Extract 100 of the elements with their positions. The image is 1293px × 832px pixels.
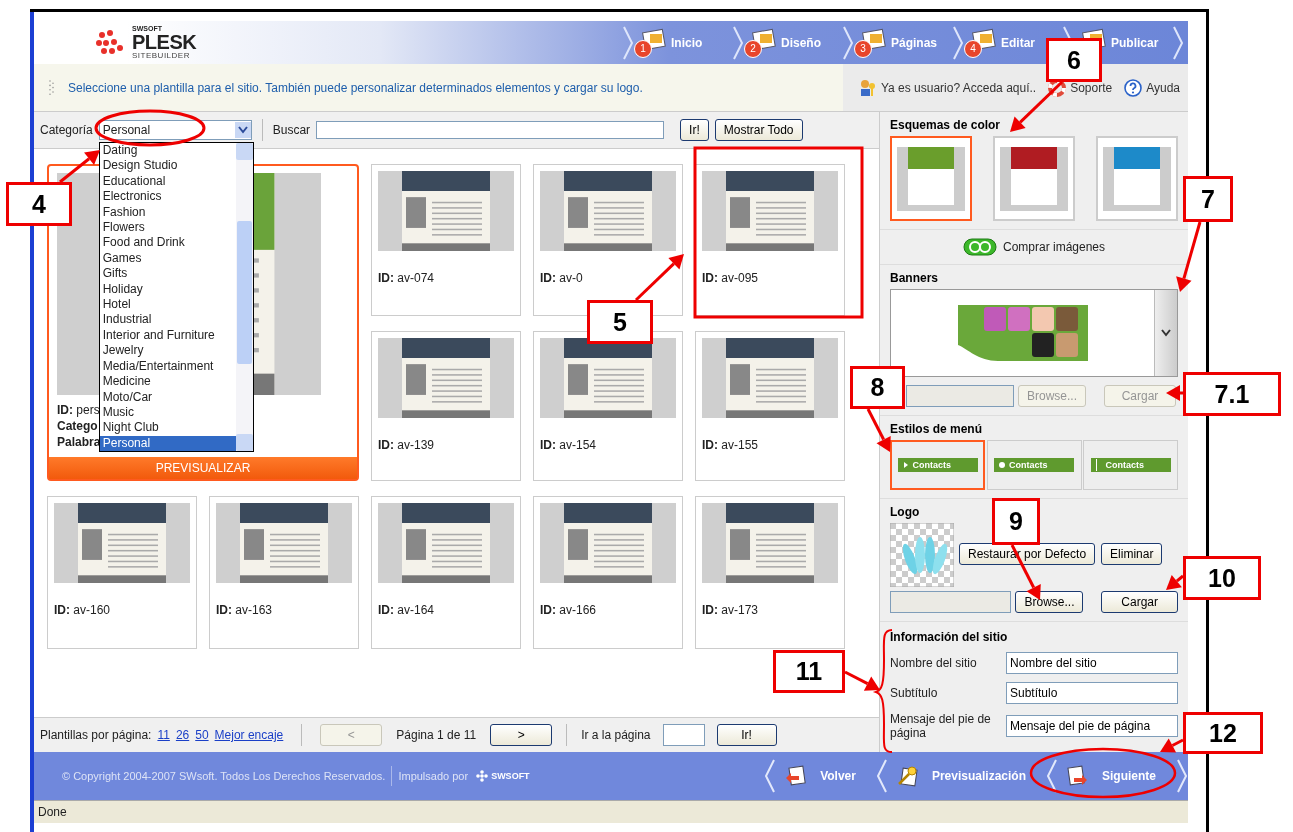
chevron-right-icon bbox=[902, 462, 909, 468]
text-field[interactable]: Subtítulo bbox=[1006, 682, 1178, 704]
dropdown-option[interactable]: Medicine bbox=[99, 374, 236, 390]
callout-label: 5 bbox=[587, 300, 653, 344]
browse-button[interactable]: Browse... bbox=[1015, 591, 1084, 613]
callout-label: 8 bbox=[850, 366, 905, 409]
template-card[interactable]: ID: av-173 bbox=[695, 496, 845, 649]
dropdown-option[interactable]: Holiday bbox=[99, 281, 236, 298]
page-size-link[interactable]: 50 bbox=[195, 728, 209, 742]
footer-logo: SWSOFT bbox=[476, 770, 530, 782]
callout-arrow bbox=[1176, 221, 1202, 292]
toolbar-button[interactable]: Mostrar Todo bbox=[714, 119, 803, 141]
page-indicator: Página 1 de 11 bbox=[396, 728, 477, 742]
file-path-field[interactable] bbox=[906, 385, 1014, 407]
template-card[interactable]: ID: av-095 bbox=[695, 164, 845, 316]
buy-images-link[interactable]: Comprar imágenes bbox=[1002, 240, 1105, 254]
color-scheme-option[interactable] bbox=[1096, 136, 1178, 221]
logo-action-button[interactable]: Eliminar bbox=[1101, 543, 1163, 565]
page-number-field[interactable] bbox=[662, 724, 705, 746]
chevron-divider bbox=[1172, 24, 1184, 61]
chevron-down-icon bbox=[237, 126, 248, 134]
dropdown-option[interactable]: Hotel bbox=[99, 297, 236, 313]
dropdown-option[interactable]: Interior and Furniture bbox=[99, 327, 236, 344]
field-label: Mensaje del pie de página bbox=[890, 712, 992, 740]
logo-image bbox=[890, 523, 954, 587]
callout-label: 7.1 bbox=[1183, 372, 1281, 416]
upload-button[interactable]: Cargar bbox=[1101, 591, 1178, 613]
callout-arrow bbox=[634, 254, 684, 302]
template-card[interactable]: ID: av-074 bbox=[371, 164, 521, 316]
chevron-divider bbox=[875, 758, 888, 794]
chevron-down-icon bbox=[1161, 329, 1171, 337]
callout-arrow bbox=[59, 150, 100, 184]
template-detail: Catego bbox=[57, 419, 98, 433]
status-text: Done bbox=[38, 805, 67, 819]
dropdown-option[interactable]: Industrial bbox=[99, 312, 236, 328]
chevron-divider bbox=[952, 24, 964, 61]
text-field[interactable]: Mensaje del pie de página bbox=[1006, 715, 1178, 737]
dropdown-option[interactable]: Design Studio bbox=[99, 158, 236, 174]
help-icon bbox=[1124, 78, 1143, 97]
scrollbar[interactable] bbox=[235, 143, 253, 452]
powered-by-text: Impulsado por bbox=[398, 770, 469, 782]
template-id: ID: pers bbox=[57, 403, 100, 417]
callout-label: 12 bbox=[1183, 712, 1263, 754]
dropdown-option[interactable]: Jewelry bbox=[99, 343, 236, 359]
toolbar-button[interactable]: Ir! bbox=[680, 119, 709, 141]
chevron-divider bbox=[1176, 758, 1188, 794]
text-field[interactable]: Nombre del sitio bbox=[1006, 652, 1178, 674]
page-size-link[interactable]: Mejor encaje bbox=[214, 728, 284, 742]
step-number: 4 bbox=[964, 39, 982, 58]
color-scheme-option[interactable] bbox=[993, 136, 1075, 221]
callout-arrow bbox=[866, 408, 891, 452]
dropdown-option[interactable]: Dating bbox=[99, 143, 236, 159]
per-page-label: Plantillas por página: bbox=[40, 728, 152, 742]
section-title: Información del sitio bbox=[890, 630, 1009, 644]
dropdown-option[interactable]: Flowers bbox=[99, 220, 236, 236]
dropdown-option[interactable]: Fashion bbox=[99, 204, 236, 221]
file-path-field[interactable] bbox=[890, 591, 1012, 613]
template-card[interactable]: ID: av-154 bbox=[533, 331, 683, 481]
template-card[interactable]: ID: av-160 bbox=[47, 496, 197, 649]
header-link[interactable]: Ayuda bbox=[1124, 78, 1180, 97]
page-size-link[interactable]: 11 bbox=[157, 728, 170, 742]
template-card[interactable]: ID: av-139 bbox=[371, 331, 521, 481]
logo-icon bbox=[96, 29, 126, 56]
section-title: Estilos de menú bbox=[890, 422, 984, 436]
category-label: Categoría bbox=[40, 123, 93, 137]
step-number: 3 bbox=[854, 39, 872, 58]
step-number: 1 bbox=[634, 39, 652, 58]
page-preview bbox=[908, 168, 954, 205]
dropdown-option[interactable]: Electronics bbox=[99, 189, 236, 205]
dropdown-option[interactable]: Personal bbox=[99, 435, 236, 452]
dropdown-option[interactable]: Moto/Car bbox=[99, 389, 236, 405]
page-size-link[interactable]: 26 bbox=[175, 728, 190, 742]
template-card[interactable]: ID: av-164 bbox=[371, 496, 521, 649]
template-card[interactable]: ID: av-155 bbox=[695, 331, 845, 481]
next-page-button[interactable]: > bbox=[490, 724, 553, 746]
copyright-text: © Copyright 2004-2007 SWsoft. Todos Los Derechos Reservados. bbox=[62, 770, 386, 782]
dot-icon bbox=[999, 462, 1005, 468]
search-field[interactable] bbox=[316, 121, 665, 139]
dropdown-option[interactable]: Games bbox=[99, 250, 236, 267]
header-link[interactable]: Ya es usuario? Acceda aquí.. bbox=[858, 78, 1037, 97]
dropdown-option[interactable]: Music bbox=[99, 404, 236, 421]
instruction-text: Seleccione una plantilla para el sitio. También puede personalizar determinados elementos y cargar su logo. bbox=[68, 80, 643, 95]
template-card[interactable]: ID: av-166 bbox=[533, 496, 683, 649]
template-card[interactable]: ID: av-163 bbox=[209, 496, 359, 649]
go-button[interactable]: Ir! bbox=[716, 724, 777, 746]
category-dropdown[interactable]: Personal bbox=[98, 120, 252, 140]
field-label: Subtítulo bbox=[890, 686, 939, 700]
logo-brand: PLESK bbox=[132, 32, 197, 52]
step-number: 2 bbox=[744, 39, 762, 58]
dropdown-option[interactable]: Media/Entertainment bbox=[99, 358, 236, 375]
color-scheme-option[interactable] bbox=[890, 136, 972, 221]
dropdown-option[interactable]: Gifts bbox=[99, 266, 236, 282]
callout-label: 7 bbox=[1183, 176, 1233, 222]
page-preview bbox=[1114, 168, 1160, 205]
template-id: ID: av-155 bbox=[702, 438, 760, 452]
dropdown-option[interactable]: Food and Drink bbox=[99, 235, 236, 251]
banner-selector[interactable] bbox=[890, 289, 1178, 377]
logo-product: SITEBUILDER bbox=[132, 52, 191, 60]
dropdown-option[interactable]: Educational bbox=[99, 173, 236, 190]
dropdown-option[interactable]: Night Club bbox=[99, 420, 236, 436]
